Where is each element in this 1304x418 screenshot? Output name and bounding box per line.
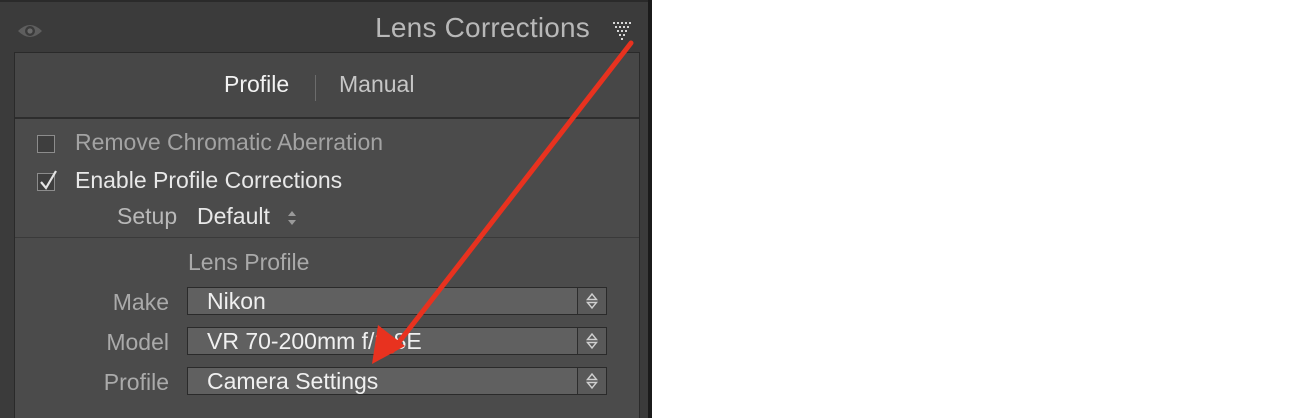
tab-manual[interactable]: Manual: [339, 71, 414, 98]
make-label: Make: [112, 289, 169, 315]
profile-stepper[interactable]: [577, 368, 606, 394]
tab-bar: Profile Manual: [15, 53, 639, 119]
panel-title: Lens Corrections: [375, 12, 590, 43]
tab-profile[interactable]: Profile: [224, 71, 289, 98]
profile-value: Camera Settings: [207, 368, 379, 394]
make-value: Nikon: [207, 288, 266, 314]
profile-select[interactable]: Camera Settings: [187, 367, 607, 395]
model-stepper[interactable]: [577, 328, 606, 354]
updown-arrows-icon: [586, 292, 598, 310]
updown-arrows-icon: [586, 372, 598, 390]
section-divider: [15, 237, 639, 238]
model-value: VR 70-200mm f/2.8E: [207, 328, 422, 354]
updown-arrows-icon: [586, 332, 598, 350]
model-label: Model: [106, 329, 169, 355]
lens-profile-heading: Lens Profile: [188, 249, 310, 275]
updown-arrows-icon[interactable]: [287, 209, 297, 227]
triangle-collapse-icon[interactable]: [611, 20, 635, 42]
eye-icon[interactable]: [17, 21, 43, 41]
setup-dropdown[interactable]: Default: [197, 203, 270, 230]
remove-chromatic-aberration-checkbox[interactable]: [37, 135, 55, 153]
remove-chromatic-aberration-label[interactable]: Remove Chromatic Aberration: [75, 129, 383, 156]
enable-profile-corrections-label[interactable]: Enable Profile Corrections: [75, 167, 342, 194]
panel-header[interactable]: Lens Corrections: [0, 2, 648, 52]
profile-label: Profile: [103, 369, 169, 395]
make-stepper[interactable]: [577, 288, 606, 314]
make-select[interactable]: Nikon: [187, 287, 607, 315]
lens-corrections-panel: Lens Corrections Profile Manual Remove C…: [0, 0, 652, 418]
panel-body: Profile Manual Remove Chromatic Aberrati…: [14, 52, 640, 418]
enable-profile-corrections-checkbox[interactable]: [37, 170, 57, 191]
model-select[interactable]: VR 70-200mm f/2.8E: [187, 327, 607, 355]
checkmark-icon: [40, 170, 57, 190]
panel-border: [648, 0, 652, 418]
tab-separator: [315, 75, 316, 101]
setup-label: Setup: [117, 203, 178, 229]
